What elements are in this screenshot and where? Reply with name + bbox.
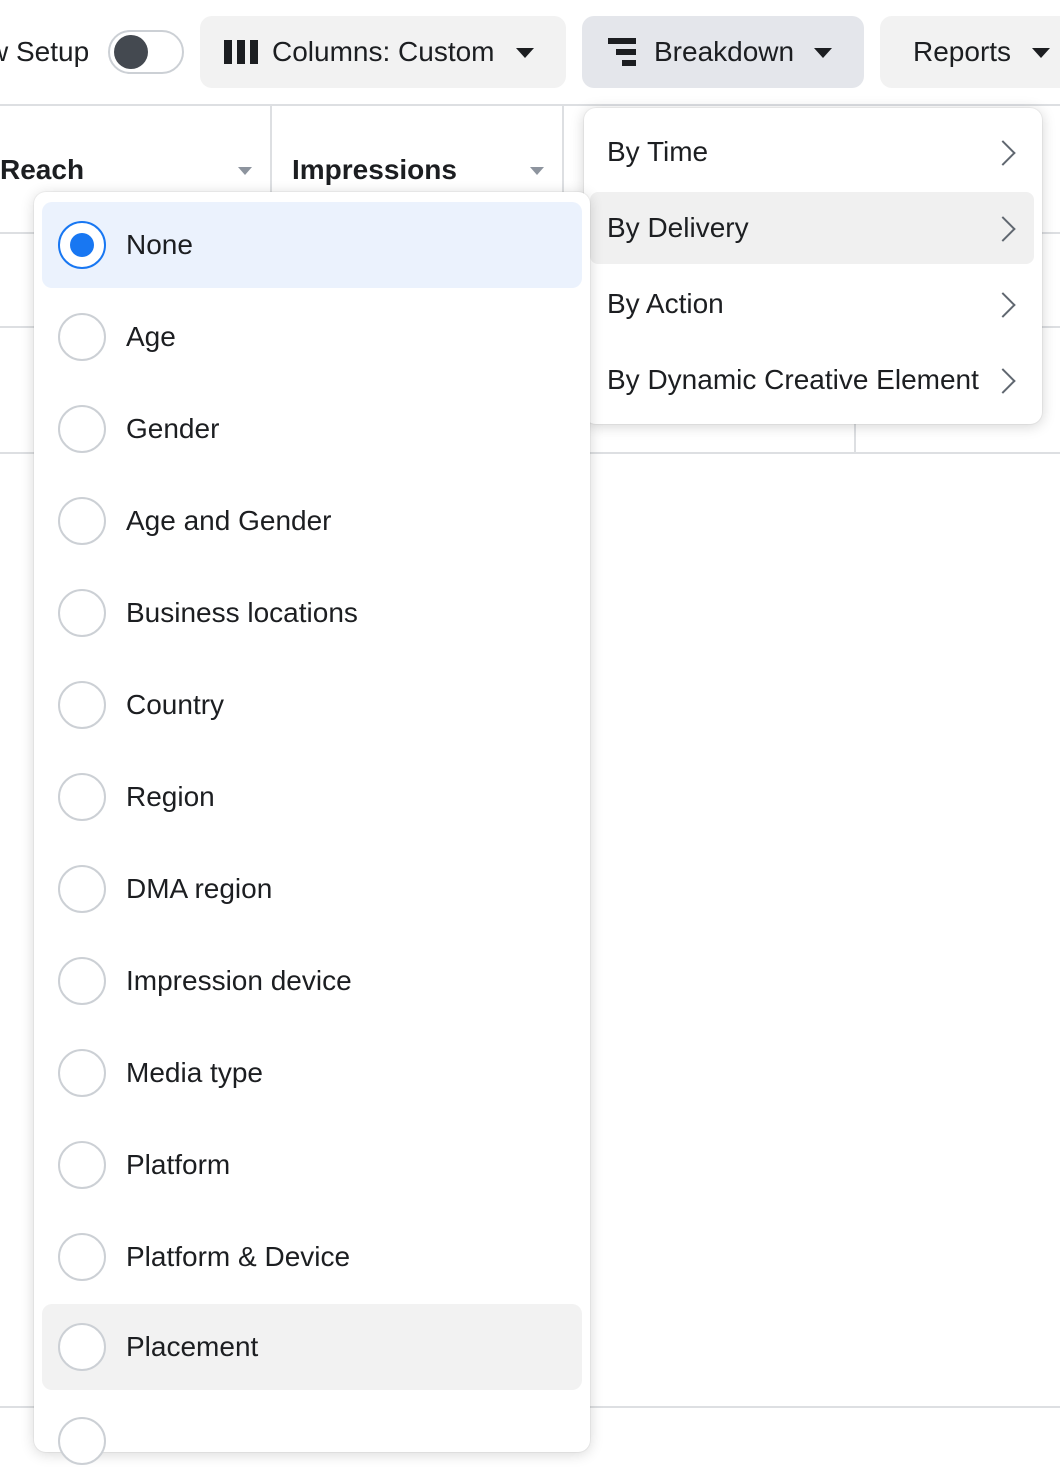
option-label: Gender	[126, 413, 220, 444]
chevron-right-icon	[990, 292, 1016, 318]
menu-item-label: By Action	[607, 288, 724, 319]
option-media-type[interactable]: Media type	[42, 1030, 582, 1116]
caret-down-icon	[1032, 48, 1050, 58]
option-label: Age	[126, 321, 176, 352]
option-business-locations[interactable]: Business locations	[42, 570, 582, 656]
columns-label: Columns: Custom	[272, 36, 495, 67]
breakdown-menu: By Time By Delivery By Action By Dynamic…	[584, 108, 1042, 424]
caret-down-icon	[516, 48, 534, 58]
option-age[interactable]: Age	[42, 294, 582, 380]
option-label: Impression device	[126, 965, 352, 996]
setup-label: w Setup	[0, 36, 90, 67]
sort-caret-icon[interactable]	[530, 167, 544, 175]
menu-item-by-action[interactable]: By Action	[590, 268, 1034, 340]
option-platform[interactable]: Platform	[42, 1122, 582, 1208]
chevron-right-icon	[990, 216, 1016, 242]
caret-down-icon	[814, 48, 832, 58]
radio-button[interactable]	[58, 865, 106, 913]
menu-item-by-dynamic-creative-element[interactable]: By Dynamic Creative Element	[590, 344, 1034, 416]
radio-button[interactable]	[58, 497, 106, 545]
table-top-border	[0, 104, 1060, 106]
sort-caret-icon[interactable]	[238, 167, 252, 175]
option-dma-region[interactable]: DMA region	[42, 846, 582, 932]
reports-label: Reports	[913, 36, 1012, 67]
option-label: Platform & Device	[126, 1241, 351, 1272]
option-label: Business locations	[126, 597, 358, 628]
radio-button[interactable]	[58, 1323, 106, 1371]
chevron-right-icon	[990, 140, 1016, 166]
radio-button[interactable]	[58, 313, 106, 361]
menu-item-by-delivery[interactable]: By Delivery	[590, 192, 1034, 264]
radio-button[interactable]	[58, 1417, 106, 1465]
menu-item-label: By Delivery	[607, 212, 749, 243]
option-country[interactable]: Country	[42, 662, 582, 748]
radio-button[interactable]	[58, 1233, 106, 1281]
radio-button[interactable]	[58, 957, 106, 1005]
option-age-and-gender[interactable]: Age and Gender	[42, 478, 582, 564]
chevron-right-icon	[990, 368, 1016, 394]
option-none[interactable]: None	[42, 202, 582, 288]
option-label: None	[126, 229, 193, 260]
radio-dot	[70, 233, 94, 257]
setup-toggle[interactable]	[108, 30, 184, 74]
option-label: Age and Gender	[126, 505, 332, 536]
columns-icon	[224, 40, 258, 64]
radio-button[interactable]	[58, 681, 106, 729]
breakdown-button[interactable]: Breakdown	[582, 16, 864, 88]
delivery-breakdown-menu: None Age Gender Age and Gender Business …	[34, 192, 590, 1465]
column-header-impressions[interactable]: Impressions	[292, 150, 457, 190]
radio-button[interactable]	[58, 773, 106, 821]
toggle-knob	[114, 35, 148, 69]
option-label: Region	[126, 781, 215, 812]
radio-button[interactable]	[58, 405, 106, 453]
option-partially-visible[interactable]	[42, 1398, 582, 1484]
radio-button-selected[interactable]	[58, 221, 106, 269]
option-impression-device[interactable]: Impression device	[42, 938, 582, 1024]
column-divider	[854, 424, 856, 452]
radio-button[interactable]	[58, 589, 106, 637]
menu-item-label: By Dynamic Creative Element	[607, 364, 979, 395]
breakdown-label: Breakdown	[654, 36, 795, 67]
option-label: Platform	[126, 1149, 231, 1180]
column-header-reach[interactable]: Reach	[0, 150, 84, 190]
option-label: Media type	[126, 1057, 263, 1088]
option-platform-and-device[interactable]: Platform & Device	[42, 1214, 582, 1300]
radio-button[interactable]	[58, 1141, 106, 1189]
option-placement[interactable]: Placement	[42, 1304, 582, 1390]
option-label: Placement	[126, 1331, 259, 1362]
menu-item-by-time[interactable]: By Time	[590, 116, 1034, 188]
radio-button[interactable]	[58, 1049, 106, 1097]
breakdown-icon	[608, 38, 636, 66]
toolbar: w Setup Columns: Custom Breakdown Report…	[0, 0, 1060, 104]
option-label: Country	[126, 689, 225, 720]
menu-item-label: By Time	[607, 136, 709, 167]
option-gender[interactable]: Gender	[42, 386, 582, 472]
columns-button[interactable]: Columns: Custom	[200, 16, 566, 88]
option-label: DMA region	[126, 873, 273, 904]
reports-button[interactable]: Reports	[880, 16, 1060, 88]
option-region[interactable]: Region	[42, 754, 582, 840]
